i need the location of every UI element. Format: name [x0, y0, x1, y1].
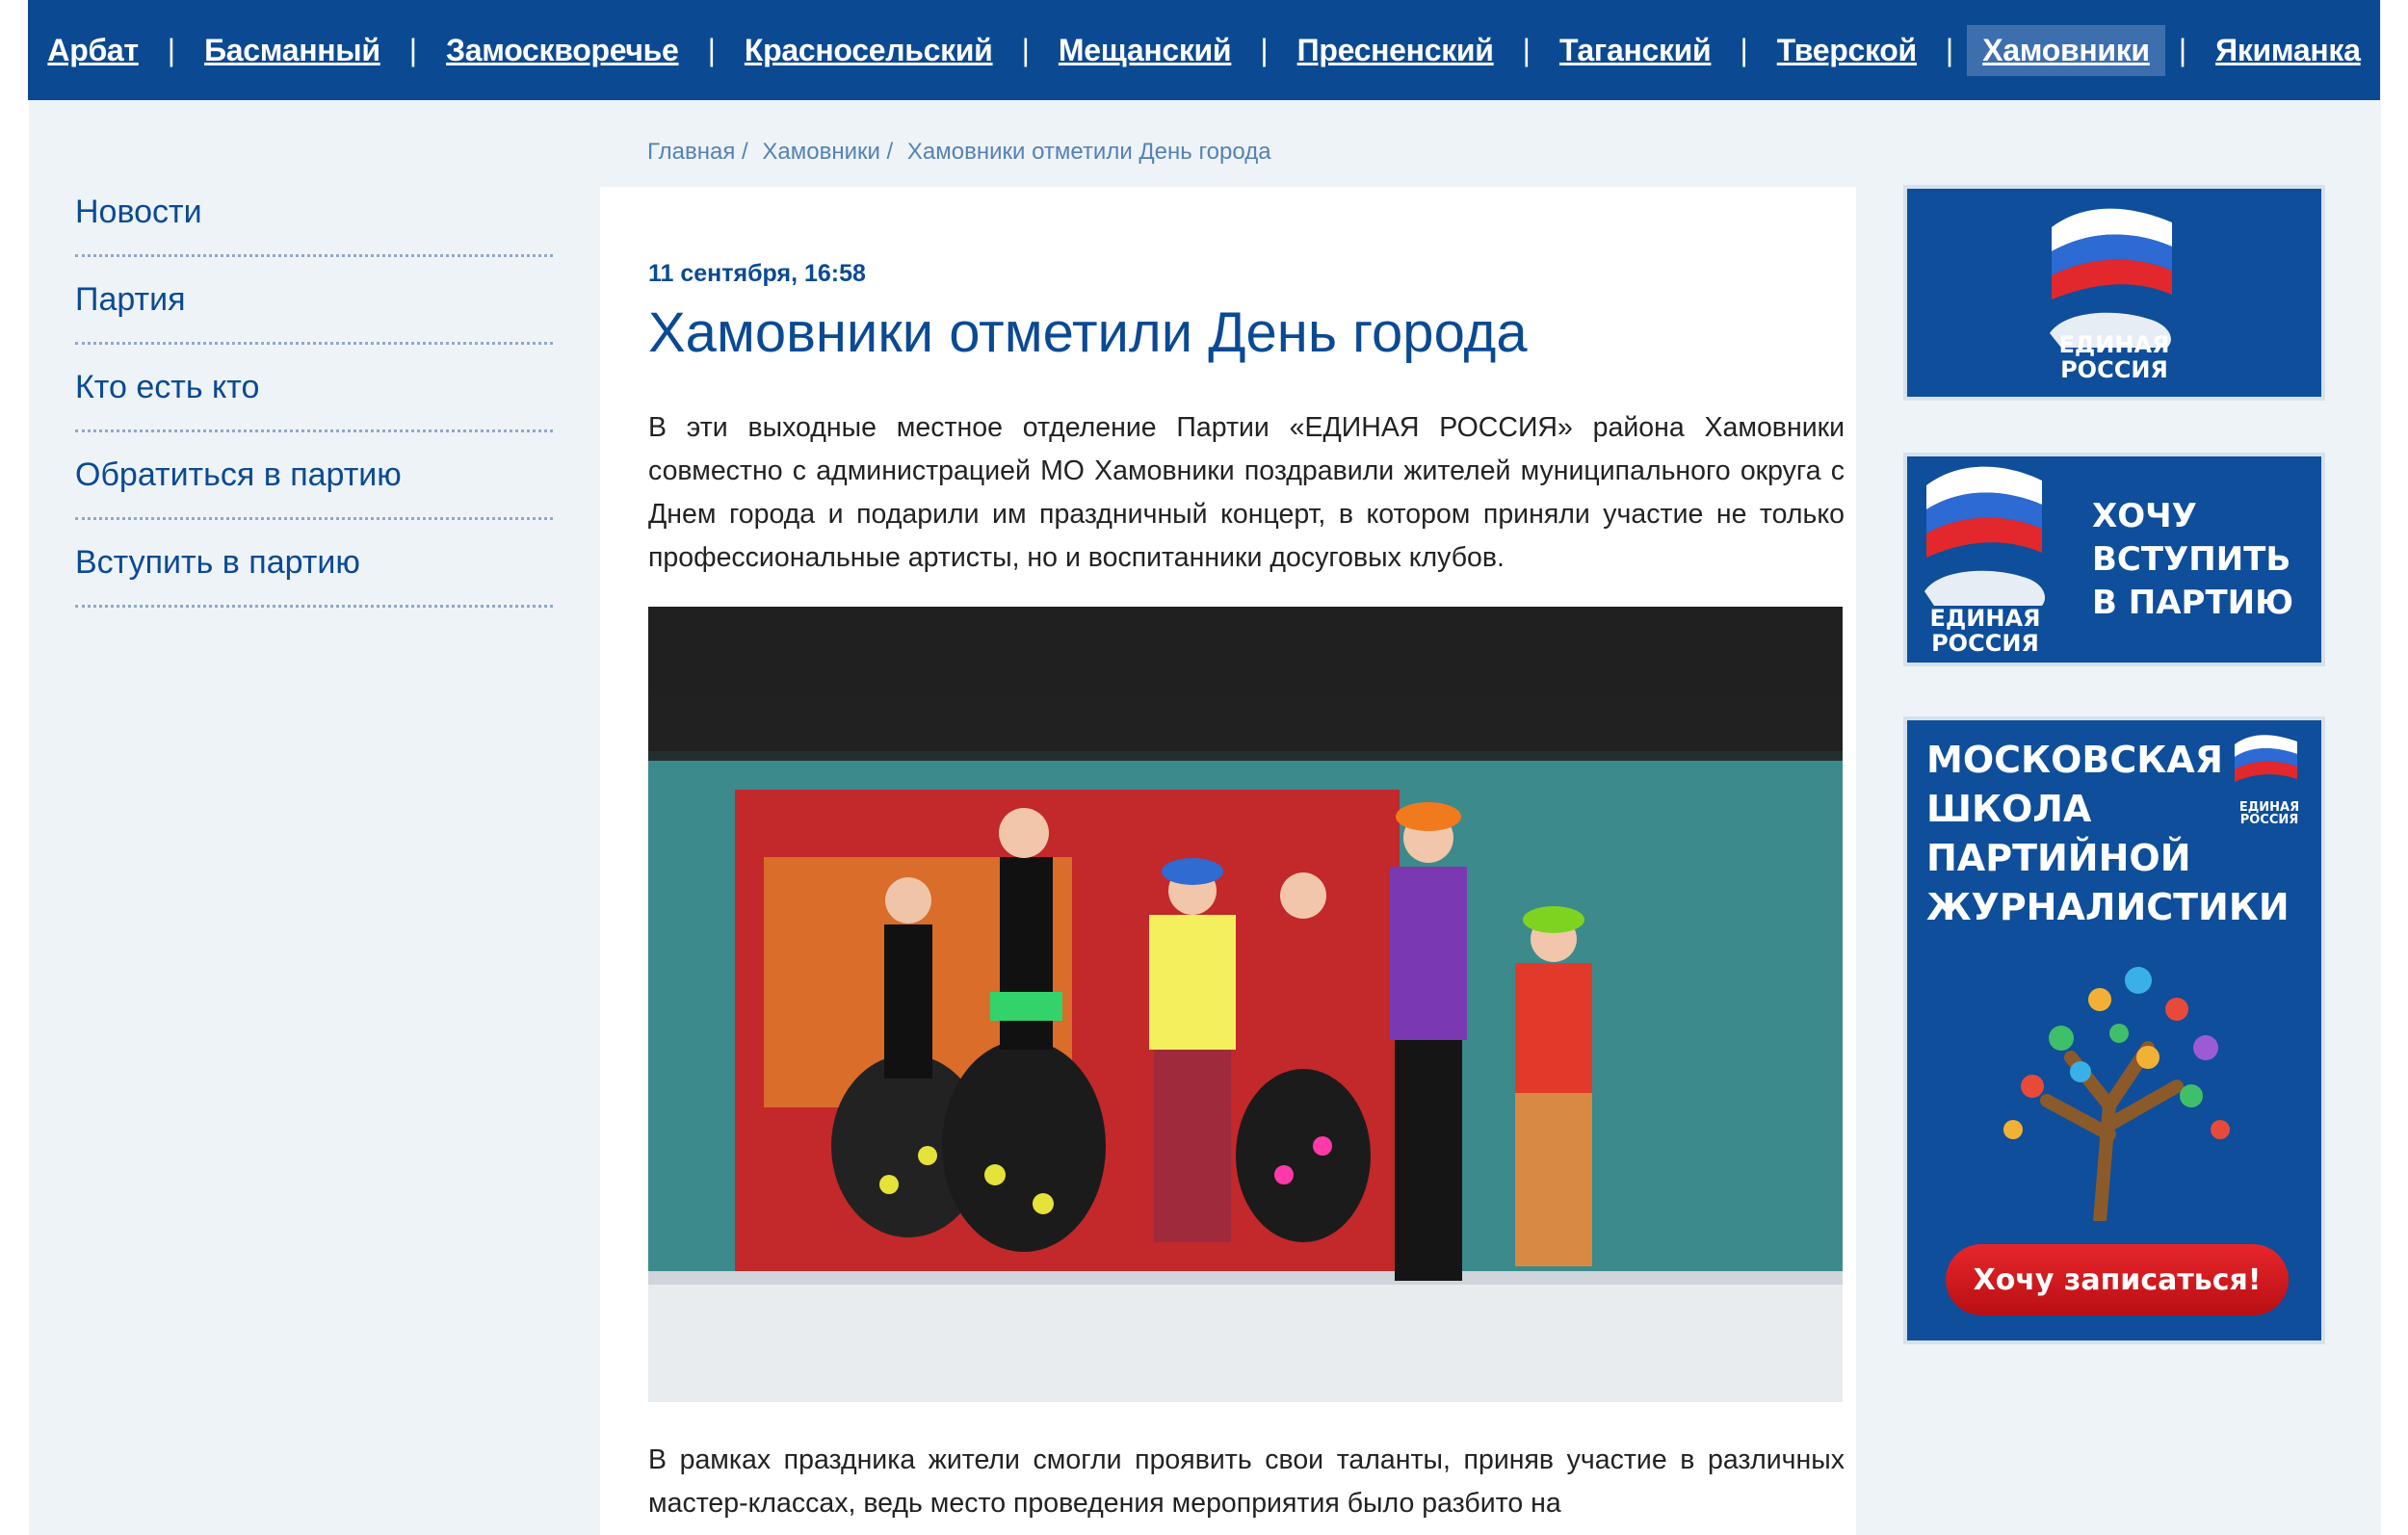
join-slogan: ХОЧУ ВСТУПИТЬ В ПАРТИЮ: [2092, 497, 2293, 622]
journalism-school-banner[interactable]: МОСКОВСКАЯ ШКОЛА ПАРТИЙНОЙ ЖУРНАЛИСТИКИ …: [1903, 716, 2325, 1344]
article-title: Хамовники отметили День города: [648, 301, 1528, 364]
article-date: 11 сентября, 16:58: [648, 260, 866, 287]
menu-item-join-party[interactable]: Вступить в партию: [75, 520, 553, 608]
join-party-banner[interactable]: ЕДИНАЯ РОССИЯ ХОЧУ ВСТУПИТЬ В ПАРТИЮ: [1903, 453, 2325, 666]
nav-item-meshchansky[interactable]: Мещанский: [1043, 25, 1246, 76]
nav-item-krasnoselsky[interactable]: Красносельский: [729, 25, 1008, 76]
nav-separator: |: [707, 32, 716, 67]
nav-item-yakimanka[interactable]: Якиманка: [2200, 25, 2375, 76]
breadcrumb-home[interactable]: Главная /: [647, 139, 748, 165]
nav-item-tagansky[interactable]: Таганский: [1544, 25, 1726, 76]
nav-separator: |: [167, 32, 176, 67]
breadcrumb-current: Хамовники отметили День города: [906, 139, 1271, 165]
nav-item-zamoskvorechye[interactable]: Замоскворечье: [431, 25, 694, 76]
menu-item-contact-party[interactable]: Обратиться в партию: [75, 432, 553, 520]
nav-item-basmanny[interactable]: Басманный: [189, 25, 396, 76]
concert-stage-image: [648, 607, 1843, 1402]
united-russia-banner[interactable]: ЕДИНАЯ РОССИЯ: [1903, 185, 2325, 401]
left-gutter: [0, 0, 29, 1535]
nav-separator: |: [1260, 32, 1269, 67]
nav-item-arbat[interactable]: Арбат: [32, 25, 153, 76]
nav-item-khamovniki[interactable]: Хамовники: [1967, 24, 2165, 76]
logo-text: ЕДИНАЯ РОССИЯ: [1929, 605, 2041, 657]
media-tree-icon: [2003, 967, 2230, 1221]
right-gutter: [2381, 0, 2408, 1535]
menu-item-news[interactable]: Новости: [75, 169, 553, 257]
nav-separator: |: [2178, 32, 2187, 67]
section-menu: Новости Партия Кто есть кто Обратиться в…: [75, 169, 553, 608]
nav-separator: |: [1945, 32, 1954, 67]
nav-separator: |: [408, 32, 418, 67]
nav-item-tverskoy[interactable]: Тверской: [1762, 25, 1932, 76]
logo-text: ЕДИНАЯ РОССИЯ: [2238, 800, 2300, 827]
menu-item-who-is-who[interactable]: Кто есть кто: [75, 345, 553, 432]
signup-button[interactable]: Хочу записаться!: [1946, 1244, 2289, 1315]
district-nav: Арбат | Басманный | Замоскворечье | Краснос…: [28, 0, 2380, 100]
article-photo: [648, 607, 1843, 1402]
breadcrumb-section[interactable]: Хамовники /: [762, 139, 893, 165]
article-panel: 11 сентября, 16:58 Хамовники отметили Де…: [600, 187, 1856, 1535]
nav-separator: |: [1740, 32, 1748, 67]
logo-text: ЕДИНАЯ РОССИЯ: [2058, 331, 2170, 383]
united-russia-logo-icon: [2235, 735, 2297, 782]
nav-separator: |: [1522, 32, 1531, 67]
menu-item-party[interactable]: Партия: [75, 257, 553, 345]
nav-separator: |: [1021, 32, 1030, 67]
article-paragraph-2: В рамках праздника жители смогли проявит…: [648, 1444, 1845, 1519]
breadcrumb: Главная / Хамовники / Хамовники отметили…: [647, 139, 1279, 166]
nav-item-presnensky[interactable]: Пресненский: [1282, 25, 1509, 76]
article-paragraph-1: В эти выходные местное отделение Партии …: [648, 412, 1845, 573]
